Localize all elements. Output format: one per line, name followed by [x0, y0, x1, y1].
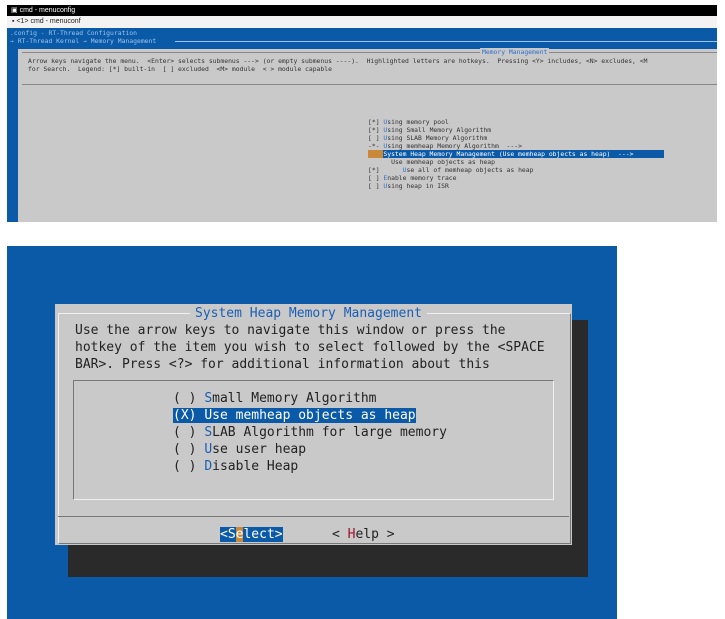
item-prefix — [368, 158, 391, 166]
item-prefix: [*] — [368, 118, 384, 126]
option-hotkey: S — [204, 391, 213, 406]
select-label-b: lect> — [243, 527, 283, 542]
menu-item[interactable]: System Heap Memory Management (Use memhe… — [368, 150, 664, 158]
dialog-help-1: Use the arrow keys to navigate this wind… — [75, 323, 506, 338]
option-label: se memheap objects as heap — [212, 408, 416, 423]
menu-item[interactable]: [*] Using memory pool — [368, 118, 664, 126]
option-label: mall Memory Algorithm — [212, 391, 377, 406]
option-radio: (X) — [173, 408, 205, 423]
help-button[interactable]: < Help > — [332, 526, 395, 543]
config-title: .config - RT-Thread Configuration — [10, 29, 137, 37]
option-label: LAB Algorithm for large memory — [212, 425, 447, 440]
window-title: cmd - menuconfig — [19, 7, 76, 14]
tab-label: <1> cmd - menuconf — [16, 18, 81, 25]
option-label: se user heap — [212, 442, 307, 457]
divider — [175, 41, 717, 42]
option-label: isable Heap — [212, 459, 299, 474]
item-prefix: [*] — [368, 166, 403, 174]
item-prefix: [*] — [368, 126, 384, 134]
item-label: sing Small Memory Algorithm — [387, 126, 492, 134]
option-hotkey: D — [204, 459, 213, 474]
tab-bar: ▪ <1> cmd - menuconf — [7, 16, 717, 28]
menu-item[interactable]: [ ] Using SLAB Memory Algorithm — [368, 134, 664, 142]
item-label: sing heap in ISR — [387, 182, 449, 190]
item-label: sing SLAB Memory Algorithm — [387, 134, 488, 142]
item-prefix: [ ] — [368, 182, 384, 190]
help-text-1: Arrow keys navigate the menu. <Enter> se… — [28, 57, 648, 65]
option-item[interactable]: ( ) SLAB Algorithm for large memory — [173, 424, 447, 441]
item-label: System Heap Memory Management (Use memhe… — [383, 150, 634, 158]
dialog-help-3: BAR>. Press <?> for additional informati… — [75, 357, 490, 372]
panel-border — [22, 52, 717, 53]
breadcrumb: → RT-Thread Kernel → Memory Management — [10, 37, 157, 45]
option-radio: ( ) — [173, 425, 205, 440]
item-label: sing memory pool — [387, 118, 449, 126]
item-label: nable memory trace — [387, 174, 457, 182]
option-hotkey: S — [204, 425, 213, 440]
menu-item[interactable]: Use memheap objects as heap — [368, 158, 664, 166]
menu-item[interactable]: [*] Use all of memheap objects as heap — [368, 166, 664, 174]
button-divider — [58, 516, 569, 517]
item-prefix: [ ] — [368, 174, 384, 182]
menu-item[interactable]: [ ] Using heap in ISR — [368, 182, 664, 190]
console-tab[interactable]: ▪ <1> cmd - menuconf — [12, 18, 81, 25]
help-label-a: < — [332, 527, 348, 542]
option-radio: ( ) — [173, 391, 205, 406]
item-prefix: -*- — [368, 142, 384, 150]
window-titlebar: ▣ cmd - menuconfig — [7, 5, 717, 16]
dialog-help-2: hotkey of the item you wish to select fo… — [75, 340, 545, 355]
option-item[interactable]: ( ) Small Memory Algorithm — [173, 390, 447, 407]
select-label-a: <S — [220, 527, 236, 542]
menu-list: [*] Using memory pool [*] Using Small Mem… — [368, 102, 664, 198]
option-item[interactable]: ( ) Use user heap — [173, 441, 447, 458]
item-label: se all of memheap objects as heap — [406, 166, 534, 174]
item-prefix — [368, 150, 384, 158]
option-radio: ( ) — [173, 442, 205, 457]
menu-item[interactable]: -*- Using memheap Memory Algorithm ---> — [368, 142, 664, 150]
dialog-title: System Heap Memory Management — [190, 305, 427, 322]
option-item[interactable]: ( ) Disable Heap — [173, 458, 447, 475]
menu-item[interactable]: [ ] Enable memory trace — [368, 174, 664, 182]
option-item[interactable]: (X) Use memheap objects as heap — [173, 407, 447, 424]
options-list: ( ) Small Memory Algorithm (X) Use memhea… — [173, 390, 447, 475]
help-text-2: for Search. Legend: [*] built-in [ ] exc… — [28, 65, 332, 73]
item-label: Use memheap objects as heap — [391, 158, 495, 166]
option-hotkey: U — [204, 408, 213, 423]
select-button[interactable]: <Select> — [220, 526, 283, 543]
item-prefix: [ ] — [368, 134, 384, 142]
panel-title: Memory Management — [480, 48, 550, 56]
panel-divider — [22, 84, 717, 85]
item-label: sing memheap Memory Algorithm ---> — [387, 142, 522, 150]
help-label-b: elp > — [355, 527, 395, 542]
option-hotkey: U — [204, 442, 213, 457]
menu-item[interactable]: [*] Using Small Memory Algorithm — [368, 126, 664, 134]
option-radio: ( ) — [173, 459, 205, 474]
